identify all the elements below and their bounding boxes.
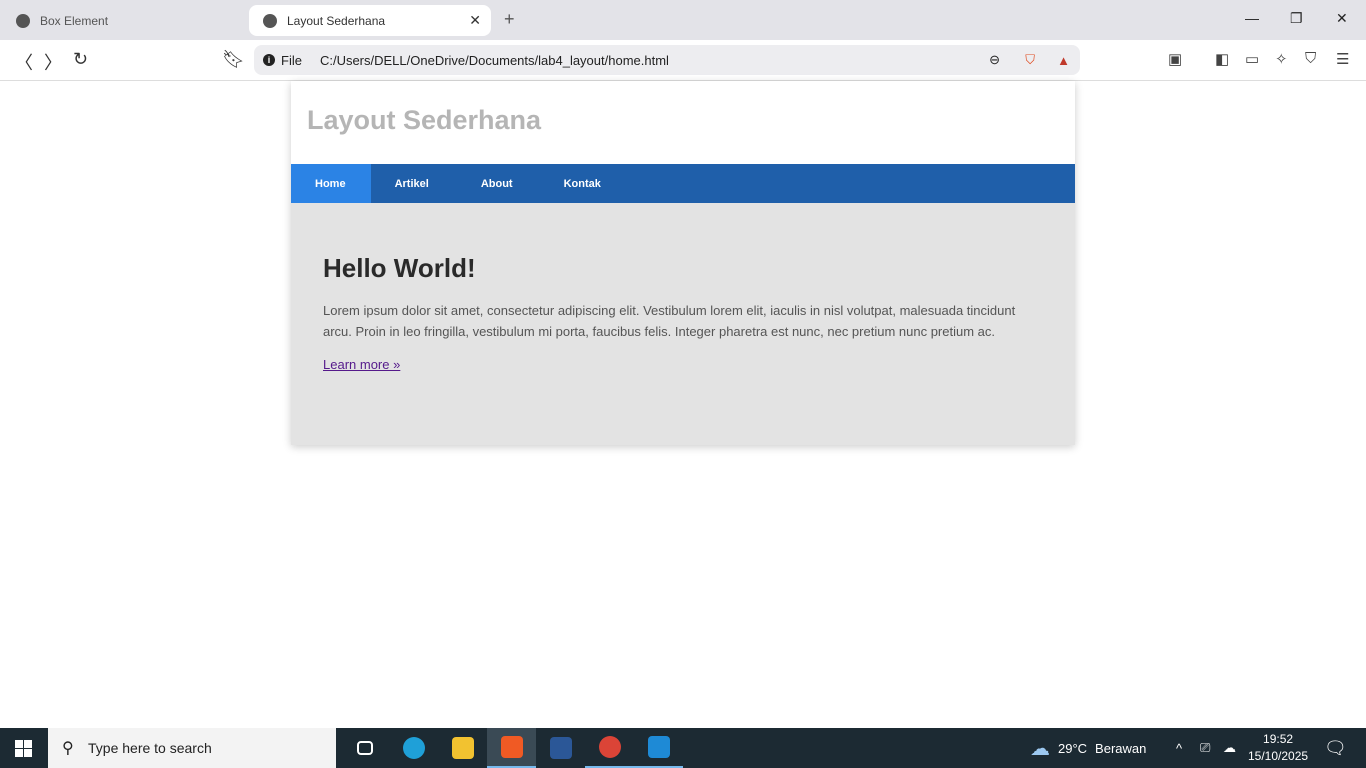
nav-artikel[interactable]: Artikel <box>371 164 454 203</box>
address-bar[interactable]: i File C:/Users/DELL/OneDrive/Documents/… <box>254 45 1080 75</box>
taskbar: ⚲ Type here to search ☁ 29°C Berawan ^ ⎚… <box>0 728 1366 768</box>
scheme-label: File <box>281 52 302 68</box>
weather-condition: Berawan <box>1095 740 1147 756</box>
tab-box-element[interactable]: Box Element <box>2 5 242 36</box>
restore-button[interactable]: ❐ <box>1290 10 1303 27</box>
tab-label: Box Element <box>40 13 109 28</box>
vpn-icon[interactable]: ⛉ <box>1305 50 1316 67</box>
time: 19:52 <box>1263 732 1294 746</box>
word-icon[interactable] <box>536 728 585 768</box>
site-header: Layout Sederhana <box>291 81 1075 164</box>
weather-temp: 29°C <box>1058 740 1088 756</box>
hero-content: Hello World! Lorem ipsum dolor sit amet,… <box>291 203 1075 445</box>
url-text[interactable]: C:/Users/DELL/OneDrive/Documents/lab4_la… <box>320 53 669 68</box>
wallet-icon[interactable]: ▭ <box>1245 50 1259 68</box>
nav-kontak[interactable]: Kontak <box>540 164 626 203</box>
reload-icon[interactable]: ↻ <box>73 49 88 70</box>
close-tab-icon[interactable]: ✕ <box>469 12 481 29</box>
vscode-icon[interactable] <box>634 728 683 768</box>
nav-home[interactable]: Home <box>291 164 371 203</box>
sidebar-icon[interactable]: ◧ <box>1215 50 1229 68</box>
nav-about[interactable]: About <box>454 164 540 203</box>
date: 15/10/2025 <box>1248 749 1309 763</box>
zoom-out-icon[interactable]: ⊖ <box>989 52 1000 68</box>
clock[interactable]: 19:52 15/10/2025 <box>1248 731 1308 765</box>
task-view-icon[interactable] <box>340 728 389 768</box>
new-tab-button[interactable]: + <box>504 9 515 30</box>
meet-now-icon[interactable]: ⎚ <box>1200 728 1210 768</box>
learn-more-link[interactable]: Learn more » <box>323 357 400 372</box>
browser-toolbar: 〈 〉 ↻ 🔖︎ i File C:/Users/DELL/OneDrive/D… <box>0 40 1366 81</box>
weather-widget[interactable]: ☁ 29°C Berawan <box>1030 728 1146 768</box>
leo-ai-icon[interactable]: ✧ <box>1275 50 1288 68</box>
hero-heading: Hello World! <box>323 253 476 283</box>
taskbar-search[interactable]: ⚲ Type here to search <box>48 728 336 768</box>
brave-rewards-icon[interactable]: ▲ <box>1057 53 1070 68</box>
file-explorer-icon[interactable] <box>438 728 487 768</box>
weather-cloud-icon: ☁ <box>1030 737 1050 760</box>
windows-start-icon[interactable] <box>15 740 32 757</box>
forward-icon[interactable]: 〉 <box>44 49 62 75</box>
minimize-button[interactable]: — <box>1245 10 1259 26</box>
bookmark-icon[interactable]: 🔖︎ <box>222 49 245 70</box>
notifications-icon[interactable]: 🗨︎ <box>1324 728 1347 768</box>
tab-label: Layout Sederhana <box>287 13 386 28</box>
search-icon: ⚲ <box>62 740 74 757</box>
brave-shield-icon[interactable]: ⛉ <box>1025 52 1035 68</box>
back-icon[interactable]: 〈 <box>15 49 33 75</box>
main-nav: Home Artikel About Kontak <box>291 164 1075 203</box>
globe-icon <box>263 13 277 28</box>
show-hidden-icons[interactable]: ^ <box>1176 728 1182 768</box>
chrome-icon[interactable] <box>585 728 634 768</box>
search-placeholder: Type here to search <box>88 740 212 756</box>
edge-icon[interactable] <box>389 728 438 768</box>
site-title: Layout Sederhana <box>307 105 542 135</box>
page-container: Layout Sederhana Home Artikel About Kont… <box>291 81 1075 445</box>
tab-layout-sederhana[interactable]: Layout Sederhana ✕ <box>249 5 491 36</box>
close-window-button[interactable]: ✕ <box>1336 10 1348 27</box>
search-tab-icon[interactable]: ▣ <box>1168 50 1182 68</box>
onedrive-icon[interactable]: ☁ <box>1223 728 1236 768</box>
hero-paragraph: Lorem ipsum dolor sit amet, consectetur … <box>323 303 1016 339</box>
info-icon[interactable]: i <box>263 54 275 66</box>
tab-bar: Box Element Layout Sederhana ✕ + — ❐ ✕ <box>0 0 1366 40</box>
menu-icon[interactable]: ☰ <box>1336 50 1349 68</box>
brave-icon[interactable] <box>487 728 536 768</box>
globe-icon <box>16 13 30 28</box>
